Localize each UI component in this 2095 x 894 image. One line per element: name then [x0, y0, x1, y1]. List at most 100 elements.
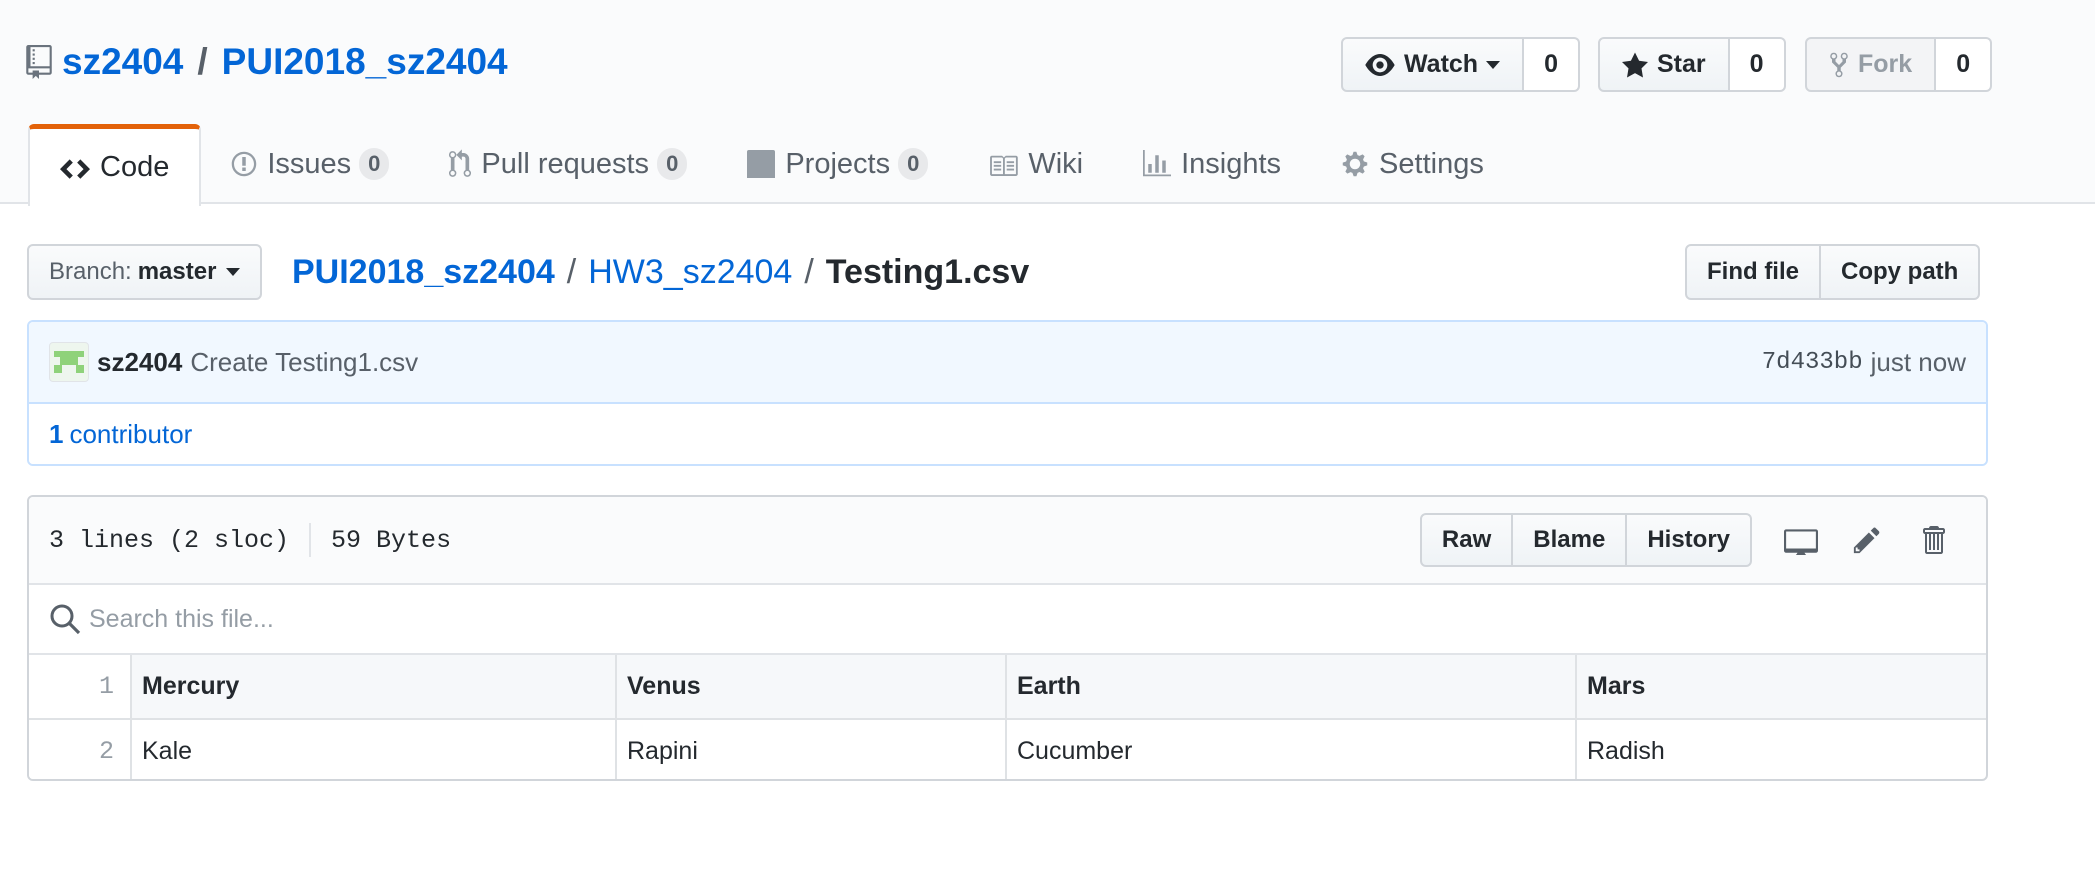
breadcrumb-current-file: Testing1.csv	[825, 252, 1030, 291]
csv-table: 1 Mercury Venus Earth Mars 2 Kale Rapini…	[29, 655, 1986, 779]
repo-owner-link[interactable]: sz2404	[62, 41, 183, 83]
star-count[interactable]: 0	[1729, 37, 1786, 92]
device-desktop-icon	[1784, 529, 1818, 555]
commit-sha-link[interactable]: 7d433bb	[1762, 349, 1863, 376]
trashcan-icon	[1923, 526, 1945, 554]
star-icon	[1622, 52, 1648, 77]
contributors-row[interactable]: 1 contributor	[29, 404, 1986, 464]
file-search-input[interactable]	[89, 604, 989, 634]
tab-label: Issues	[267, 147, 352, 180]
table-cell: Rapini	[615, 718, 1007, 779]
tab-settings[interactable]: Settings	[1311, 124, 1514, 204]
tab-insights[interactable]: Insights	[1113, 124, 1311, 204]
branch-prefix: Branch:	[49, 258, 132, 285]
table-header-cell: Mars	[1575, 655, 1986, 720]
code-icon	[60, 158, 90, 179]
file-header: 3 lines (2 sloc) 59 Bytes Raw Blame Hist…	[29, 497, 1986, 585]
commit-time: just now	[1870, 346, 1966, 377]
repo-icon	[26, 45, 52, 79]
table-header-cell: Mercury	[130, 655, 617, 720]
watch-count[interactable]: 0	[1524, 37, 1580, 92]
delete-file-button[interactable]	[1900, 513, 1966, 567]
table-row: 2 Kale Rapini Cucumber Radish	[29, 718, 1986, 779]
star-button[interactable]: Star	[1598, 37, 1730, 92]
line-number[interactable]: 1	[29, 655, 132, 720]
commit-meta: 7d433bb just now	[1762, 347, 1966, 378]
chevron-down-icon	[226, 268, 241, 276]
tab-label: Settings	[1379, 147, 1484, 180]
tab-pull-requests[interactable]: Pull requests 0	[419, 124, 717, 204]
star-label: Star	[1657, 50, 1706, 78]
watch-button[interactable]: Watch	[1341, 37, 1525, 92]
pencil-icon	[1853, 527, 1880, 554]
breadcrumb-repo-link[interactable]: PUI2018_sz2404	[292, 253, 555, 292]
git-pull-request-icon	[449, 149, 472, 177]
file-box: 3 lines (2 sloc) 59 Bytes Raw Blame Hist…	[27, 495, 1988, 781]
blame-button[interactable]: Blame	[1513, 513, 1628, 567]
file-search-row	[29, 585, 1986, 655]
copy-path-button[interactable]: Copy path	[1821, 244, 1981, 300]
watch-group: Watch 0	[1341, 37, 1580, 92]
raw-button[interactable]: Raw	[1419, 513, 1514, 567]
repo-title-separator: /	[197, 41, 208, 82]
table-header-cell: Venus	[615, 655, 1007, 720]
watch-label: Watch	[1404, 50, 1479, 78]
tab-projects[interactable]: Projects 0	[717, 124, 958, 204]
branch-select-button[interactable]: Branch: master	[27, 244, 263, 300]
file-view-buttons: Raw Blame History	[1419, 513, 1752, 567]
graph-icon	[1143, 150, 1172, 177]
table-cell: Radish	[1575, 718, 1986, 779]
tab-label: Wiki	[1028, 147, 1084, 180]
gear-icon	[1342, 151, 1368, 177]
tab-label: Projects	[785, 147, 891, 180]
tab-label: Insights	[1181, 147, 1282, 180]
fork-button[interactable]: Fork	[1805, 37, 1937, 92]
fork-group: Fork 0	[1805, 37, 1993, 92]
file-lines: 3 lines (2 sloc)	[49, 525, 290, 555]
star-group: Star 0	[1598, 37, 1786, 92]
book-icon	[990, 155, 1019, 176]
table-header-row: 1 Mercury Venus Earth Mars	[29, 655, 1986, 720]
repo-forked-icon	[1830, 52, 1848, 77]
fork-label: Fork	[1858, 50, 1913, 78]
table-header-cell: Earth	[1005, 655, 1577, 720]
repo-header: sz2404 / PUI2018_sz2404 Watch 0 Star 0 F…	[0, 0, 2095, 206]
file-actions: Raw Blame History	[1419, 513, 1966, 567]
tab-code[interactable]: Code	[28, 124, 202, 206]
search-icon	[50, 604, 81, 635]
table-cell: Kale	[130, 718, 617, 779]
file-nav-buttons: Find file Copy path	[1685, 244, 1981, 300]
contributor-label: contributor	[69, 418, 193, 449]
repo-name-link[interactable]: PUI2018_sz2404	[222, 41, 508, 83]
find-file-button[interactable]: Find file	[1685, 244, 1821, 300]
eye-icon	[1365, 53, 1395, 76]
history-button[interactable]: History	[1627, 513, 1752, 567]
file-info-divider	[309, 523, 312, 557]
edit-file-button[interactable]	[1834, 513, 1900, 567]
repo-title: sz2404 / PUI2018_sz2404	[26, 38, 508, 86]
project-icon	[747, 150, 776, 178]
tab-wiki[interactable]: Wiki	[958, 124, 1113, 204]
table-cell: Cucumber	[1005, 718, 1577, 779]
commit-author-link[interactable]: sz2404	[97, 347, 182, 378]
branch-name: master	[137, 258, 217, 285]
fork-count[interactable]: 0	[1936, 37, 1993, 92]
issue-opened-icon	[232, 151, 257, 177]
issues-counter: 0	[359, 148, 390, 180]
tab-issues[interactable]: Issues 0	[201, 124, 419, 204]
line-number[interactable]: 2	[29, 718, 132, 779]
commit-tease: sz2404 Create Testing1.csv 7d433bb just …	[29, 322, 1986, 404]
commit-box: sz2404 Create Testing1.csv 7d433bb just …	[27, 320, 1988, 466]
projects-counter: 0	[898, 148, 929, 180]
file-size: 59 Bytes	[331, 525, 452, 555]
contributor-count: 1	[49, 418, 64, 449]
avatar[interactable]	[49, 342, 89, 382]
breadcrumb-separator: /	[566, 252, 577, 291]
pull-requests-counter: 0	[657, 148, 688, 180]
chevron-down-icon	[1486, 60, 1501, 69]
commit-message-link[interactable]: Create Testing1.csv	[190, 347, 418, 378]
file-info: 3 lines (2 sloc) 59 Bytes	[49, 523, 451, 557]
breadcrumb-dir-link[interactable]: HW3_sz2404	[588, 253, 792, 292]
tab-label: Pull requests	[481, 147, 650, 180]
open-desktop-button[interactable]	[1768, 513, 1834, 567]
